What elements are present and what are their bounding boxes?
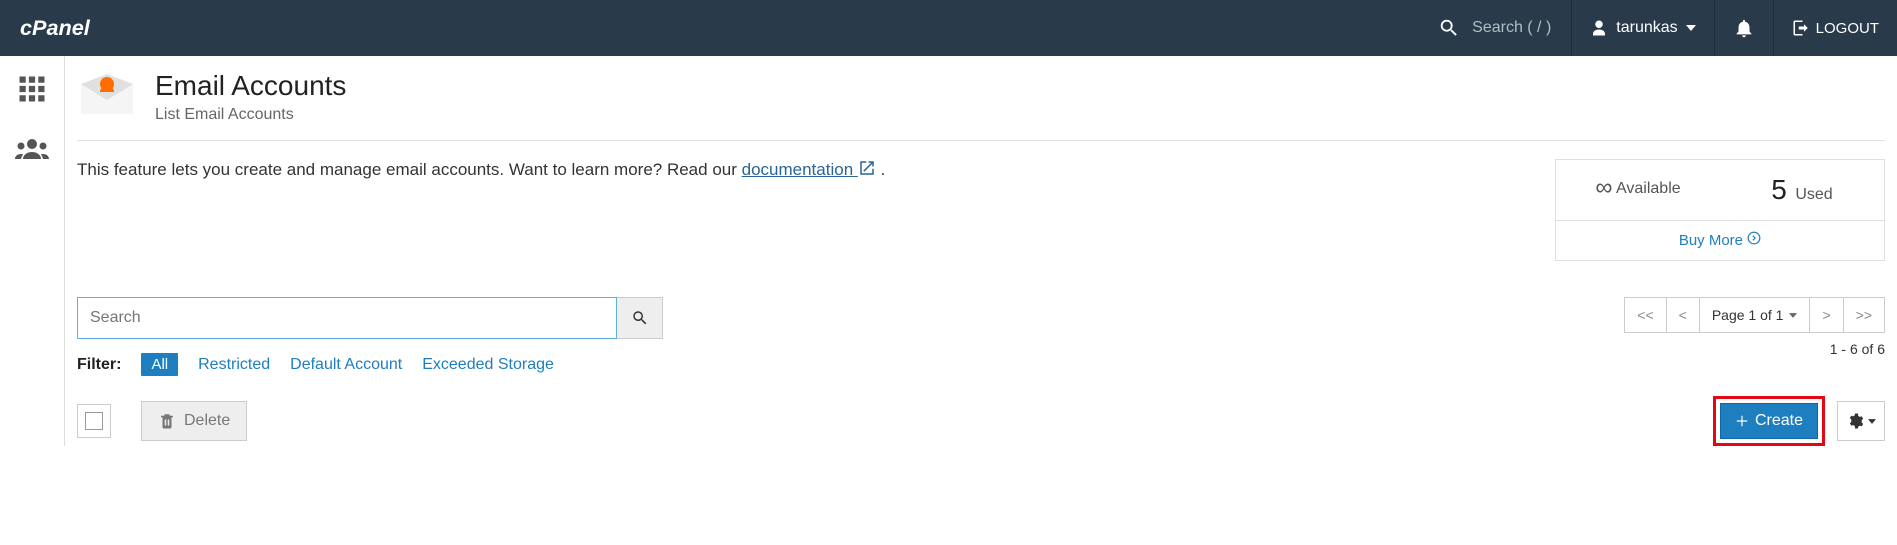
username-label: tarunkas — [1616, 19, 1677, 37]
stat-used: 5 Used — [1720, 160, 1884, 220]
filter-row: Filter: All Restricted Default Account E… — [77, 353, 663, 376]
trash-icon — [158, 412, 176, 430]
page-subtitle: List Email Accounts — [155, 106, 346, 124]
logout-label: LOGOUT — [1816, 20, 1879, 37]
external-link-icon — [858, 159, 876, 177]
page-title: Email Accounts — [155, 70, 346, 102]
filter-all[interactable]: All — [141, 353, 178, 376]
page-next-button[interactable]: > — [1810, 298, 1843, 332]
filter-restricted[interactable]: Restricted — [198, 356, 270, 374]
user-icon — [1590, 19, 1608, 37]
divider — [77, 140, 1885, 141]
page-first-button[interactable]: << — [1625, 298, 1666, 332]
filter-exceeded-storage[interactable]: Exceeded Storage — [422, 356, 554, 374]
search-input[interactable] — [77, 297, 617, 339]
sidebar-users-button[interactable] — [15, 137, 49, 166]
logout-icon — [1792, 19, 1810, 37]
create-highlight: Create — [1713, 396, 1825, 446]
stats-box: ∞ Available 5 Used Buy More — [1555, 159, 1885, 261]
create-button[interactable]: Create — [1720, 403, 1818, 439]
content-area: Email Accounts List Email Accounts This … — [64, 56, 1897, 446]
search-icon — [1438, 17, 1460, 39]
global-search[interactable]: Search ( / ) — [1438, 17, 1551, 39]
user-menu[interactable]: tarunkas — [1571, 0, 1713, 56]
filter-default-account[interactable]: Default Account — [290, 356, 402, 374]
sidebar-grid-button[interactable] — [17, 74, 47, 109]
buy-more-link[interactable]: Buy More — [1679, 232, 1761, 249]
bell-icon — [1733, 17, 1755, 39]
caret-down-icon — [1868, 419, 1876, 424]
email-accounts-icon — [77, 70, 137, 118]
search-placeholder-text: Search ( / ) — [1472, 19, 1551, 37]
pagination: << < Page 1 of 1 > >> — [1624, 297, 1885, 333]
cpanel-logo-svg: cPanel — [20, 12, 150, 44]
search-button[interactable] — [617, 297, 663, 339]
cpanel-logo[interactable]: cPanel — [20, 12, 160, 44]
plus-icon — [1735, 414, 1749, 428]
intro-text: This feature lets you create and manage … — [77, 159, 885, 180]
search-icon — [631, 309, 649, 327]
select-all-checkbox[interactable] — [77, 404, 111, 438]
grid-icon — [17, 74, 47, 104]
settings-button[interactable] — [1837, 401, 1885, 441]
arrow-circle-right-icon — [1747, 231, 1761, 245]
caret-down-icon — [1686, 25, 1696, 31]
page-last-button[interactable]: >> — [1844, 298, 1884, 332]
stat-available: ∞ Available — [1556, 160, 1720, 220]
caret-down-icon — [1789, 313, 1797, 318]
documentation-link[interactable]: documentation — [742, 160, 876, 179]
range-text: 1 - 6 of 6 — [1624, 341, 1885, 357]
top-bar: cPanel Search ( / ) tarunkas LOGOUT — [0, 0, 1897, 56]
filter-label: Filter: — [77, 356, 121, 374]
notifications-button[interactable] — [1714, 0, 1773, 56]
sidebar — [0, 56, 64, 446]
page-label[interactable]: Page 1 of 1 — [1700, 298, 1811, 332]
page-prev-button[interactable]: < — [1667, 298, 1700, 332]
users-icon — [15, 137, 49, 161]
delete-button[interactable]: Delete — [141, 401, 247, 441]
svg-text:cPanel: cPanel — [20, 15, 91, 40]
logout-button[interactable]: LOGOUT — [1773, 0, 1897, 56]
gear-icon — [1846, 412, 1864, 430]
